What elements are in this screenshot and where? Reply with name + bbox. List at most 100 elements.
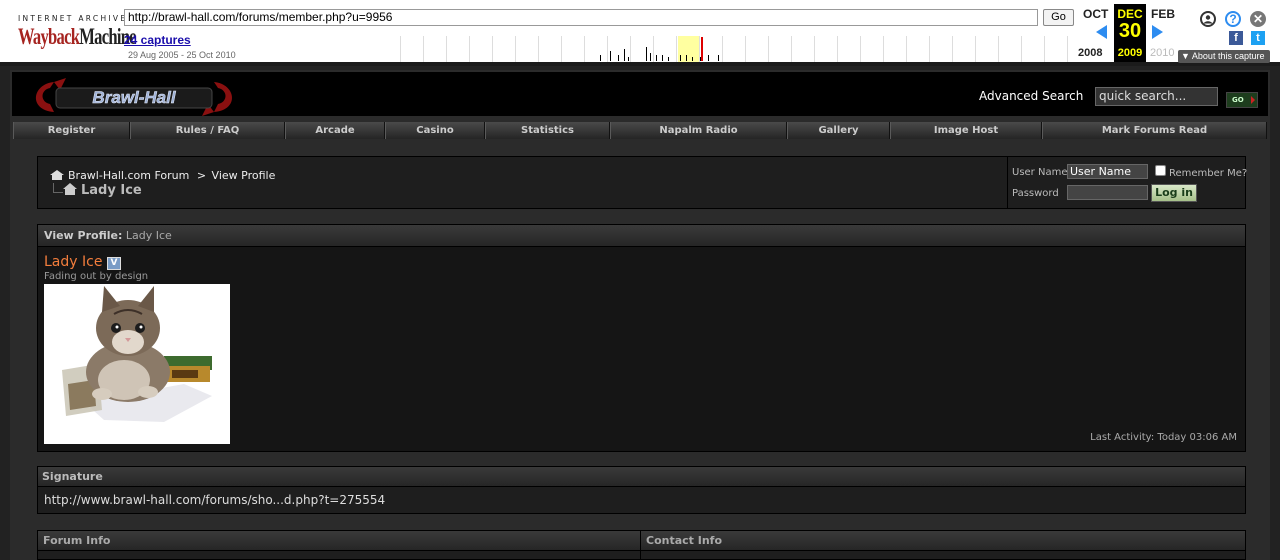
nav-casino[interactable]: Casino xyxy=(385,122,485,139)
tree-connector xyxy=(53,183,63,193)
sparkline-month-column xyxy=(378,36,401,62)
forum-home-icon[interactable] xyxy=(50,170,64,180)
next-capture-arrow-icon[interactable] xyxy=(1152,25,1163,39)
capture-tick xyxy=(668,57,669,61)
sparkline-month-column xyxy=(815,36,838,62)
sparkline-month-column xyxy=(792,36,815,62)
username-field[interactable]: User Name xyxy=(1067,164,1148,179)
sparkline-month-column xyxy=(539,36,562,62)
remember-me-checkbox[interactable] xyxy=(1155,165,1166,176)
capture-tick xyxy=(646,47,647,61)
capture-tick xyxy=(656,55,657,61)
sparkline-month-column xyxy=(769,36,792,62)
page-title: Lady Ice xyxy=(53,183,142,198)
sparkline-month-column xyxy=(953,36,976,62)
wayback-date-range: 29 Aug 2005 - 25 Oct 2010 xyxy=(128,50,236,60)
sparkline-month-column xyxy=(700,36,723,62)
wayback-logo-main: WaybackMachine xyxy=(18,24,137,50)
sparkline-month-column xyxy=(884,36,907,62)
next-month[interactable]: FEB xyxy=(1151,7,1175,21)
capture-tick xyxy=(692,57,693,61)
nav-statistics[interactable]: Statistics xyxy=(485,122,610,139)
sparkline-month-column xyxy=(838,36,861,62)
nav-napalm-radio[interactable]: Napalm Radio xyxy=(610,122,787,139)
current-day: 30 xyxy=(1118,20,1142,42)
nav-gallery[interactable]: Gallery xyxy=(787,122,890,139)
site-logo[interactable]: Brawl-Hall xyxy=(24,74,244,118)
wayback-toolbar: INTERNET ARCHIVE WaybackMachine http://b… xyxy=(0,0,1280,66)
wayback-url-input[interactable]: http://brawl-hall.com/forums/member.php?… xyxy=(124,9,1038,26)
capture-tick xyxy=(610,51,611,61)
breadcrumb-trail: Brawl-Hall.com Forum > View Profile xyxy=(50,169,275,182)
login-button[interactable]: Log in xyxy=(1151,184,1197,202)
quick-search-input[interactable]: quick search... xyxy=(1095,87,1218,106)
capture-tick xyxy=(708,55,709,61)
sparkline-month-column xyxy=(999,36,1022,62)
prev-year[interactable]: 2008 xyxy=(1078,47,1102,59)
wayback-logo-top: INTERNET ARCHIVE xyxy=(18,14,128,23)
sparkline-month-column xyxy=(930,36,953,62)
wayback-go-button[interactable]: Go xyxy=(1043,9,1074,26)
wayback-captures-link[interactable]: 24 captures xyxy=(124,33,191,47)
prev-month[interactable]: OCT xyxy=(1083,7,1108,21)
nav-image-host[interactable]: Image Host xyxy=(890,122,1042,139)
nav-rules-faq[interactable]: Rules / FAQ xyxy=(130,122,285,139)
username-label: User Name xyxy=(1012,167,1068,178)
profile-username: Lady Ice xyxy=(44,254,103,270)
signature-link[interactable]: http://www.brawl-hall.com/forums/sho...d… xyxy=(44,493,385,507)
capture-tick xyxy=(718,55,719,61)
advanced-search-link[interactable]: Advanced Search xyxy=(979,89,1083,103)
sparkline-month-column xyxy=(424,36,447,62)
current-capture-column: DEC 30 2009 xyxy=(1114,4,1146,62)
breadcrumb: Brawl-Hall.com Forum > View Profile Lady… xyxy=(38,157,1008,208)
quick-search-go-button[interactable]: GO xyxy=(1226,92,1258,108)
breadcrumb-forum-link[interactable]: Brawl-Hall.com Forum xyxy=(68,169,189,182)
facebook-icon[interactable]: f xyxy=(1229,31,1243,45)
sparkline-month-column xyxy=(723,36,746,62)
profile-panel: View Profile: Lady Ice Lady Ice V Fading… xyxy=(37,224,1246,452)
capture-tick xyxy=(680,55,681,61)
signature-panel: Signature http://www.brawl-hall.com/foru… xyxy=(37,466,1246,514)
capture-tick xyxy=(624,49,625,61)
next-year[interactable]: 2010 xyxy=(1150,47,1174,59)
password-field[interactable] xyxy=(1067,185,1148,200)
sparkline-month-column xyxy=(654,36,677,62)
sparkline-month-column xyxy=(1045,36,1068,62)
site-logo-text: Brawl-Hall xyxy=(92,88,176,107)
wayback-sparkline[interactable] xyxy=(378,36,1070,62)
close-icon[interactable]: ✕ xyxy=(1250,11,1266,27)
sparkline-month-column xyxy=(493,36,516,62)
nav-mark-forums-read[interactable]: Mark Forums Read xyxy=(1042,122,1267,139)
contact-info-panel: Contact Info xyxy=(640,530,1246,560)
capture-tick xyxy=(650,53,651,61)
current-capture-tick xyxy=(701,37,703,61)
sparkline-month-column xyxy=(447,36,470,62)
sparkline-month-column xyxy=(470,36,493,62)
sparkline-month-column xyxy=(1022,36,1045,62)
forum-info-header: Forum Info xyxy=(38,531,640,551)
site-header: Brawl-Hall Advanced Search quick search.… xyxy=(12,72,1268,116)
sparkline-month-column xyxy=(746,36,769,62)
sparkline-month-column xyxy=(585,36,608,62)
forum-info-panel: Forum Info xyxy=(37,530,641,560)
sparkline-month-column xyxy=(401,36,424,62)
sparkline-month-column xyxy=(562,36,585,62)
nav-register[interactable]: Register xyxy=(13,122,130,139)
sparkline-month-column xyxy=(516,36,539,62)
nav-arcade[interactable]: Arcade xyxy=(285,122,385,139)
twitter-icon[interactable]: t xyxy=(1251,31,1265,45)
wayback-logo-main-a: Wayback xyxy=(18,24,80,49)
help-icon[interactable]: ? xyxy=(1225,11,1241,27)
about-capture-button[interactable]: ▼ About this capture xyxy=(1178,50,1270,63)
contact-info-header: Contact Info xyxy=(641,531,1245,551)
current-year: 2009 xyxy=(1117,47,1143,59)
profile-user-title: Fading out by design xyxy=(44,271,149,282)
avatar xyxy=(44,284,230,444)
breadcrumb-box: Brawl-Hall.com Forum > View Profile Lady… xyxy=(37,156,1247,209)
prev-capture-arrow-icon[interactable] xyxy=(1096,25,1107,39)
breadcrumb-current: View Profile xyxy=(211,169,276,182)
capture-tick xyxy=(686,55,687,61)
user-icon[interactable] xyxy=(1200,11,1216,27)
capture-tick xyxy=(628,57,629,61)
wayback-logo[interactable]: INTERNET ARCHIVE WaybackMachine xyxy=(8,8,137,56)
